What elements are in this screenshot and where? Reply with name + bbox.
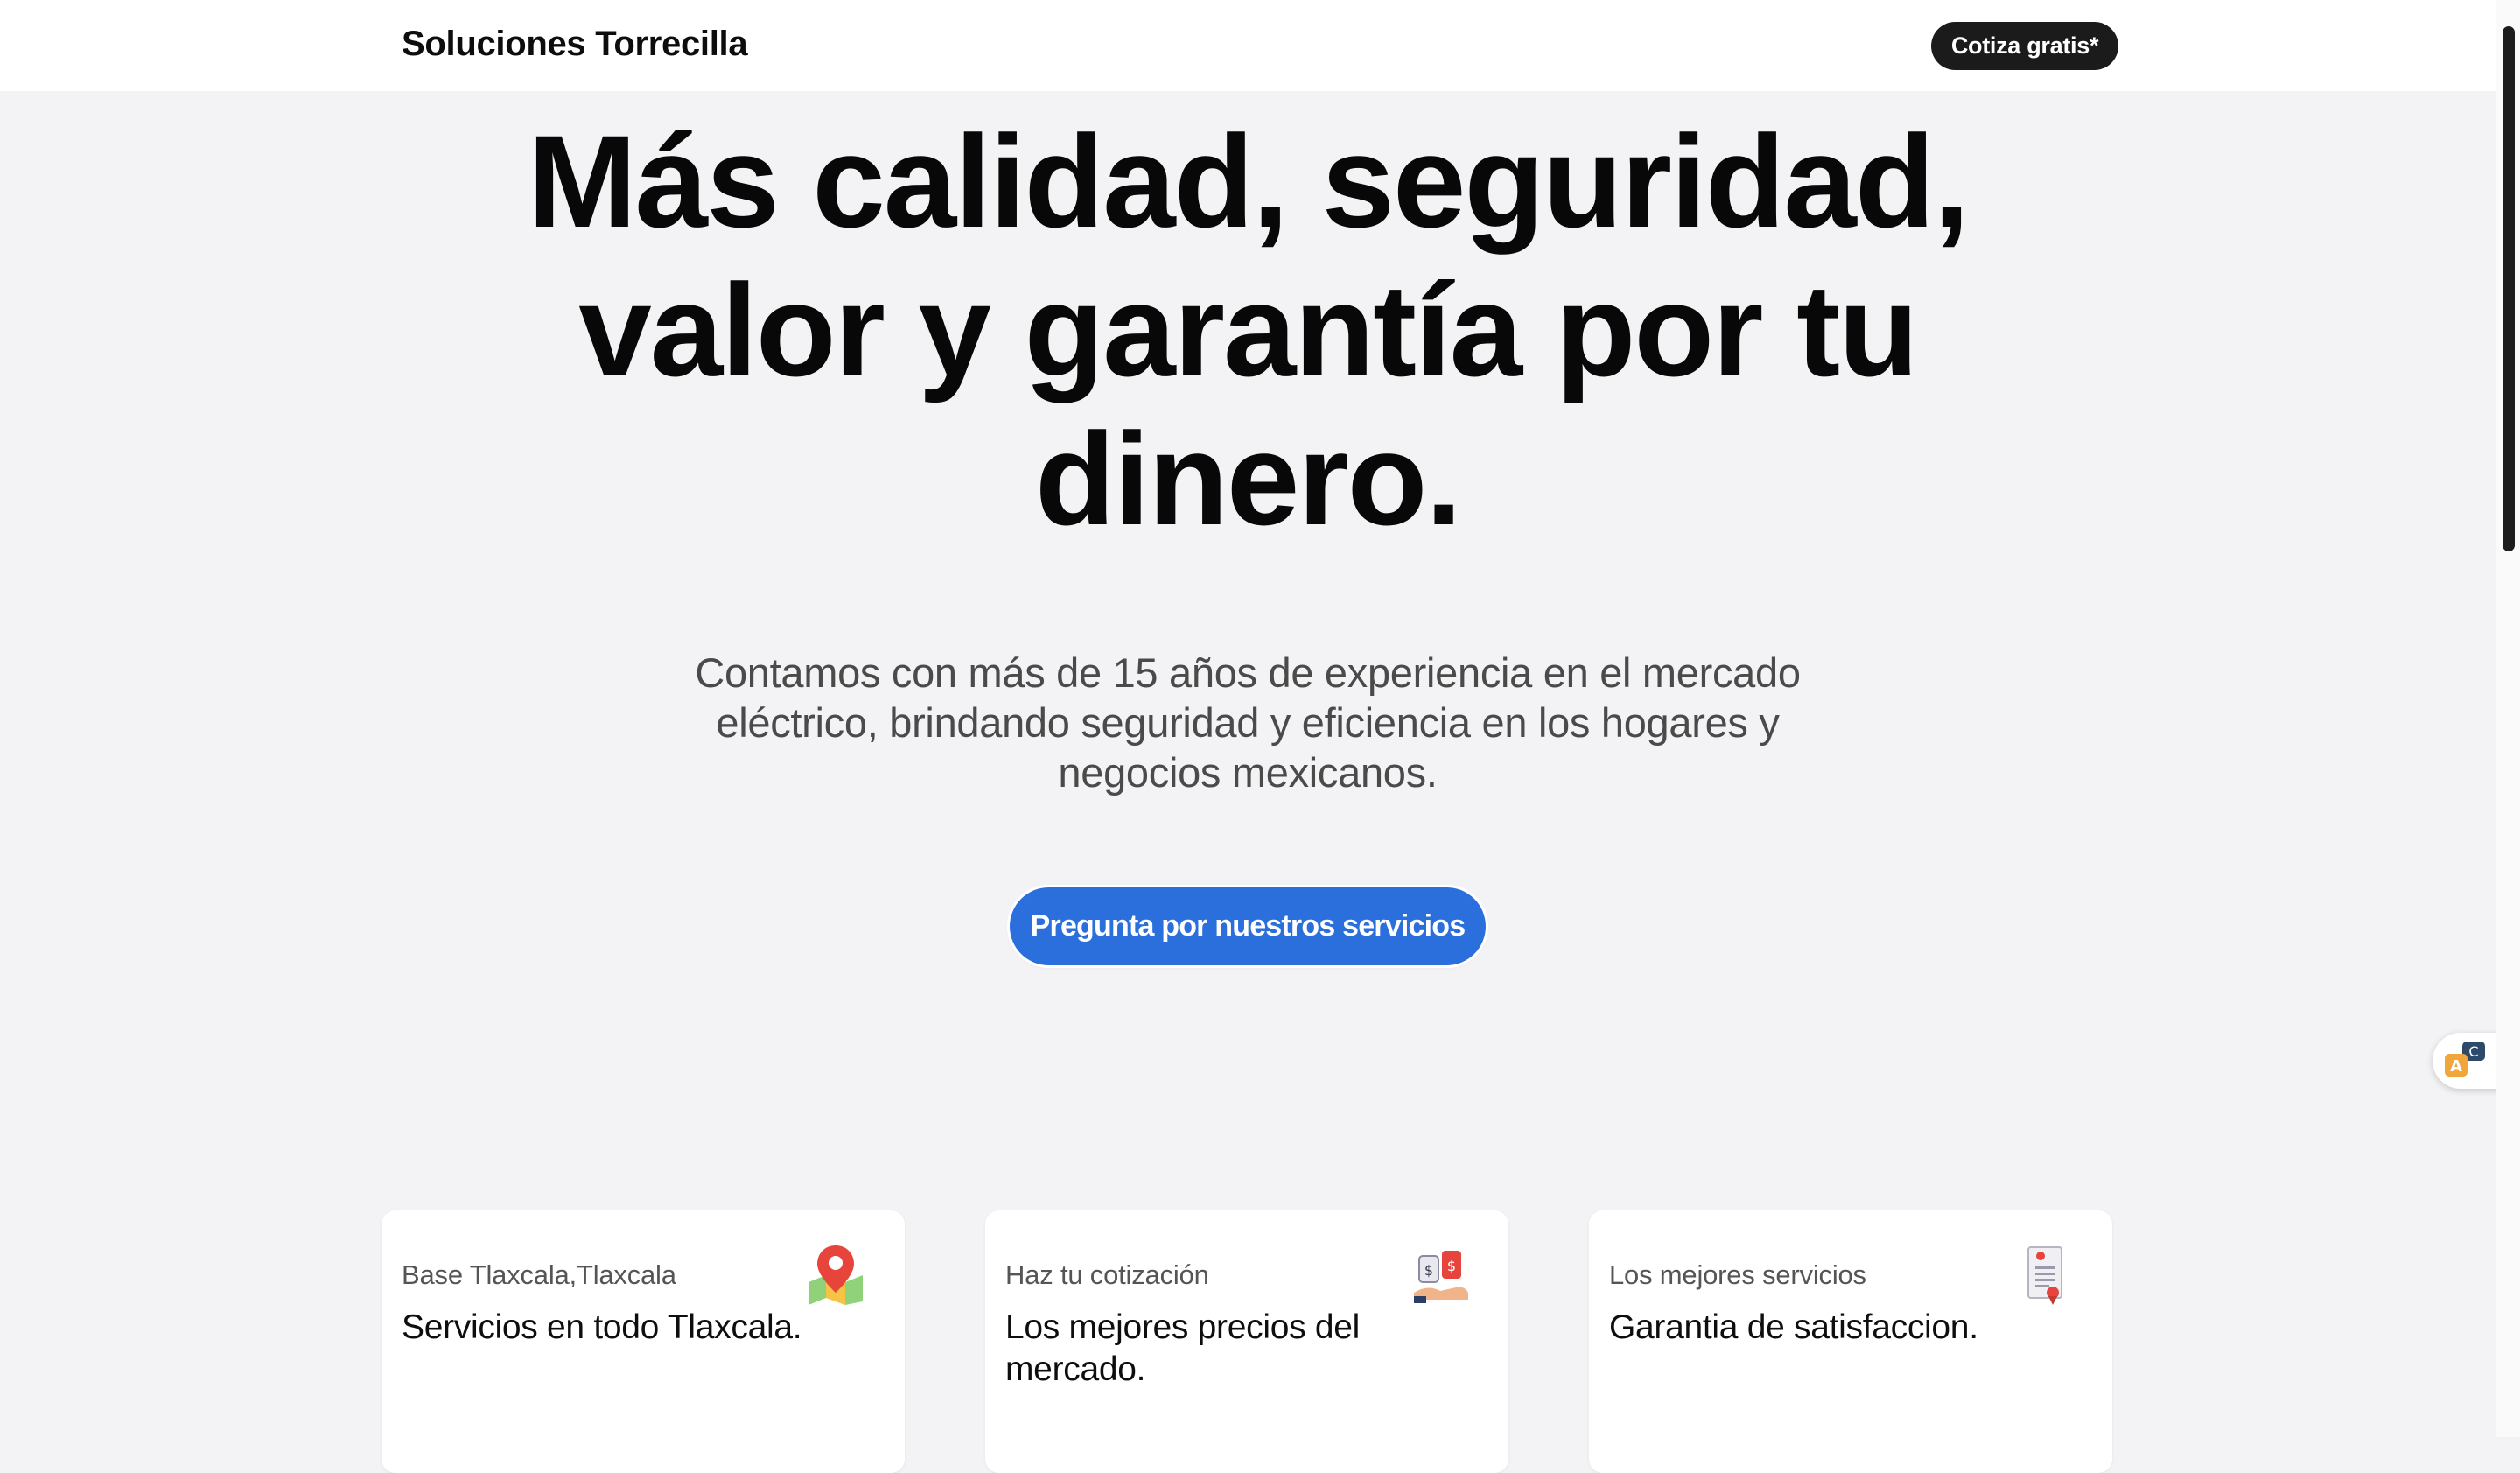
certificate-icon (2027, 1246, 2062, 1305)
svg-text:A: A (2450, 1057, 2462, 1076)
feature-card-pricing: Haz tu cotización Los mejores precios de… (985, 1210, 1508, 1473)
hero-title: Más calidad, seguridad, valor y garantía… (527, 108, 1970, 552)
svg-text:$: $ (1447, 1258, 1456, 1274)
site-header: Soluciones Torrecilla Cotiza gratis* (0, 0, 2496, 91)
scrollbar-thumb[interactable] (2502, 26, 2515, 551)
card-title: Servicios en todo Tlaxcala. (402, 1308, 802, 1346)
translate-icon: C A (2445, 1042, 2485, 1077)
svg-text:$: $ (1424, 1262, 1433, 1279)
page-scrollbar[interactable] (2496, 0, 2520, 1437)
cotiza-gratis-button[interactable]: Cotiza gratis* (1931, 22, 2118, 70)
card-label: Los mejores servicios (1609, 1259, 1866, 1290)
feature-card-guarantee: Los mejores servicios Garantia de satisf… (1589, 1210, 2112, 1473)
brand-logo-text[interactable]: Soluciones Torrecilla (402, 25, 748, 64)
feature-card-location: Base Tlaxcala,Tlaxcala Servicios en todo… (382, 1210, 905, 1473)
price-tags-icon: $ $ (1414, 1251, 1468, 1303)
map-pin-icon (808, 1245, 863, 1305)
hero-subtitle: Contamos con más de 15 años de experienc… (695, 649, 1801, 796)
card-label: Haz tu cotización (1005, 1259, 1209, 1290)
svg-text:C: C (2468, 1043, 2478, 1060)
card-title: Los mejores precios del mercado. (1005, 1308, 1360, 1388)
translate-widget[interactable]: C A (2432, 1033, 2502, 1089)
card-title: Garantia de satisfaccion. (1609, 1308, 1978, 1346)
card-label: Base Tlaxcala,Tlaxcala (402, 1259, 676, 1290)
ask-services-button[interactable]: Pregunta por nuestros servicios (1010, 887, 1486, 965)
